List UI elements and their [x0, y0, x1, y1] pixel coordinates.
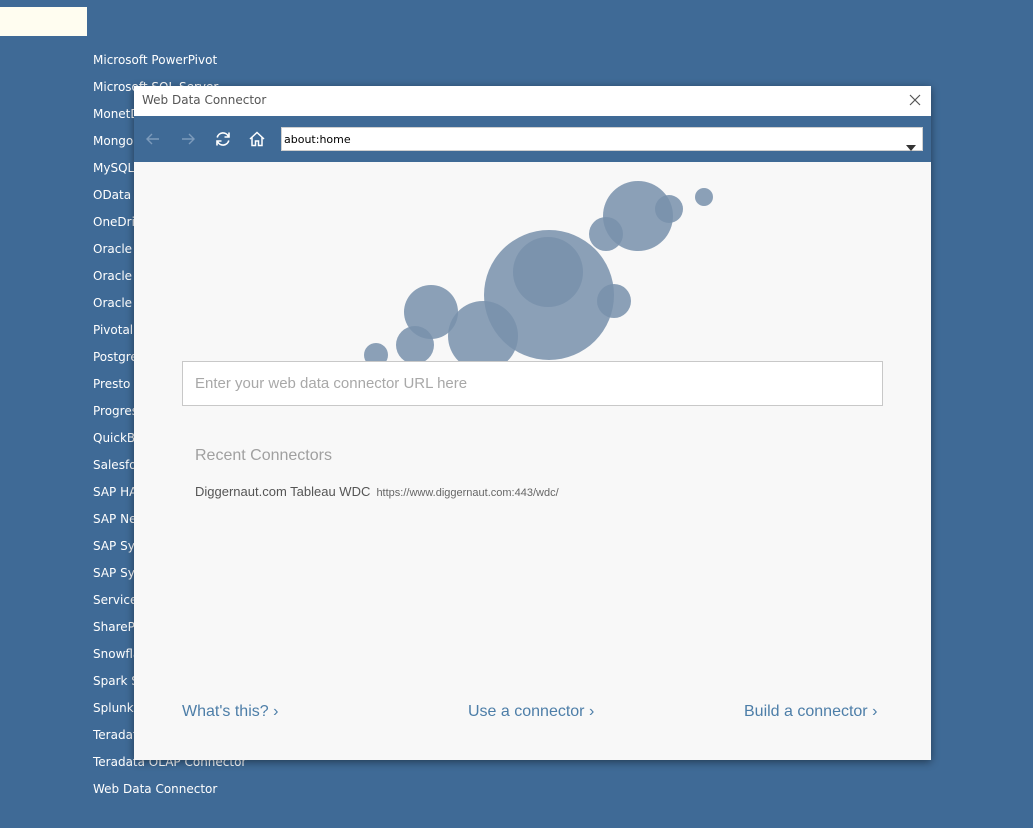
bubble [597, 284, 631, 318]
arrow-right-icon[interactable] [177, 128, 199, 150]
home-icon[interactable] [246, 128, 268, 150]
connector-item[interactable]: Web Data Connector [93, 779, 314, 806]
search-field[interactable] [0, 7, 87, 36]
whats-this-link[interactable]: What's this? › [182, 703, 278, 721]
recent-connector-name: Diggernaut.com Tableau WDC [195, 484, 371, 499]
arrow-left-icon[interactable] [142, 128, 164, 150]
chevron-down-icon[interactable] [906, 136, 916, 151]
web-data-connector-dialog: Web Data Connector about:home Enter your… [134, 86, 931, 760]
browser-toolbar [134, 116, 931, 162]
use-connector-link[interactable]: Use a connector › [468, 703, 594, 721]
refresh-icon[interactable] [212, 128, 234, 150]
address-input[interactable] [283, 129, 884, 149]
dialog-titlebar: Web Data Connector [134, 86, 931, 116]
bubble [655, 195, 683, 223]
connector-item[interactable]: Microsoft PowerPivot [93, 50, 314, 77]
close-icon[interactable] [907, 92, 923, 108]
bubble [589, 217, 623, 251]
recent-connector-url: https://www.diggernaut.com:443/wdc/ [376, 487, 559, 499]
recent-connectors-heading: Recent Connectors [195, 447, 332, 464]
bubble [364, 343, 388, 362]
dialog-title: Web Data Connector [142, 93, 267, 107]
bubble [695, 188, 713, 206]
bubbles-illustration [364, 181, 713, 362]
build-connector-link[interactable]: Build a connector › [744, 703, 877, 721]
recent-connector-item[interactable]: Diggernaut.com Tableau WDC https://www.d… [195, 481, 559, 500]
connector-url-input[interactable] [182, 361, 883, 406]
bubble [513, 237, 583, 307]
address-bar [281, 127, 923, 151]
